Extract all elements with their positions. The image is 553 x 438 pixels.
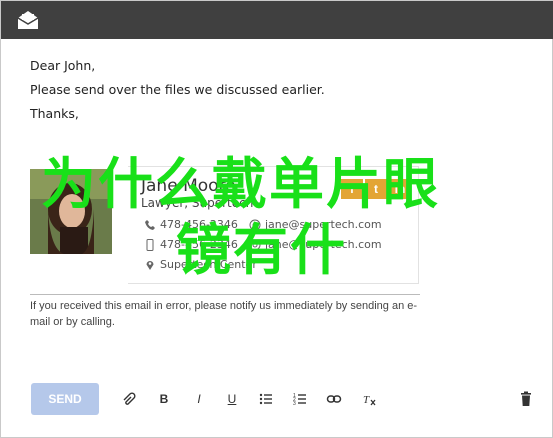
attach-icon[interactable] [119,389,139,409]
bold-icon[interactable]: B [154,389,174,409]
svg-text:T: T [363,394,370,406]
numbered-list-icon[interactable]: 123 [290,389,310,409]
signature-phone: 478-456-2346 [144,218,238,231]
signature-mobile: 478-456-2346 [144,238,238,251]
bulleted-list-icon[interactable] [256,389,276,409]
email-compose-window: Dear John, Please send over the files we… [0,0,553,438]
email-closing: Thanks, [30,106,79,121]
twitter-icon[interactable]: t [365,179,387,199]
clear-format-icon[interactable]: T [359,389,379,409]
signature-role: Lawyer, Supertech [141,196,254,210]
disclaimer-divider [30,294,420,295]
signature-email[interactable]: jane@supertech.com [249,238,382,251]
signature-email-text[interactable]: jane@supertech.com [265,238,382,251]
disclaimer-text: If you received this email in error, ple… [30,300,418,328]
email-body-line: Please send over the files we discussed … [30,82,325,97]
avatar [30,169,112,254]
signature-location-text: Supertech Center [160,258,257,271]
email-greeting: Dear John, [30,58,96,73]
signature-mobile-text: 478-456-2346 [160,238,238,251]
email-icon [249,219,261,230]
link-icon[interactable] [324,389,344,409]
signature-email[interactable]: jane@supertech.com [249,218,382,231]
title-bar [1,1,553,39]
underline-icon[interactable]: U [222,389,242,409]
signature-name: Jane Moore [141,176,236,196]
italic-icon[interactable]: I [189,389,209,409]
signature-phone-text: 478-456-2346 [160,218,238,231]
send-button[interactable]: SEND [31,383,99,415]
email-icon [249,239,261,250]
signature-location: Supertech Center [144,258,257,271]
mobile-icon [146,238,154,251]
linkedin-icon[interactable]: in [389,179,411,199]
facebook-icon[interactable]: f [341,179,363,199]
phone-icon [145,219,155,230]
trash-icon[interactable] [516,389,536,409]
location-icon [146,260,154,270]
signature-email-text[interactable]: jane@supertech.com [265,218,382,231]
open-envelope-icon [17,11,39,29]
svg-text:3: 3 [293,401,296,407]
compose-toolbar: SEND B I U 123 T [1,381,553,421]
